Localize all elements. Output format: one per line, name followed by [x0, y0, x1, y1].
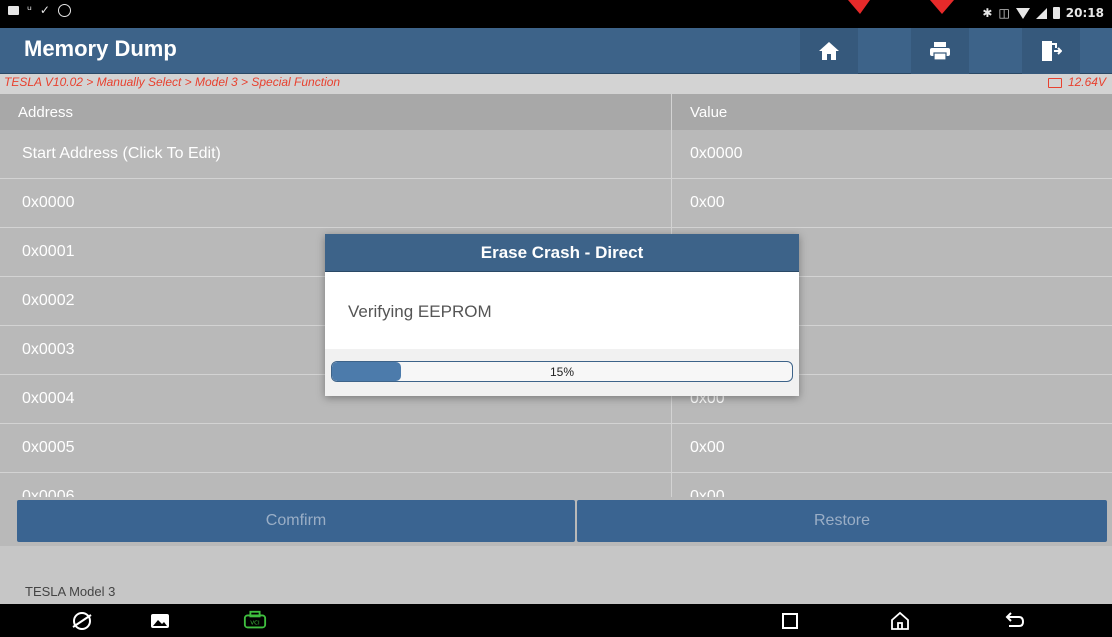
value-cell: 0x00 [690, 488, 725, 497]
column-header-address: Address [0, 94, 672, 130]
status-bar: ᵘ ✓ ✱ ◫ 20:18 [0, 0, 1112, 28]
confirm-button[interactable]: Comfirm [17, 500, 575, 542]
action-bar: Comfirm Restore [0, 497, 1112, 546]
status-notifications: ᵘ ✓ [8, 3, 71, 17]
progress-bar: 15% [331, 361, 793, 382]
page-title: Memory Dump [24, 36, 177, 61]
check-icon: ✓ [39, 3, 50, 17]
gallery-icon[interactable] [148, 609, 172, 633]
back-icon[interactable] [1002, 609, 1026, 633]
battery-icon [1052, 7, 1060, 19]
dialog-title: Erase Crash - Direct [325, 234, 799, 272]
app-header: Memory Dump [0, 28, 1112, 74]
table-row[interactable]: 0x0005 0x00 [0, 424, 1112, 473]
address-cell: Start Address (Click To Edit) [0, 130, 672, 178]
breadcrumb-bar: TESLA V10.02 > Manually Select > Model 3… [0, 74, 1112, 94]
dialog-message: Verifying EEPROM [348, 302, 492, 321]
car-battery-icon [1047, 78, 1062, 88]
home-icon [819, 42, 839, 60]
vibrate-icon: ◫ [998, 6, 1010, 20]
debug-icon [57, 3, 71, 17]
notification-icon [8, 5, 19, 15]
exit-icon [1042, 41, 1062, 61]
usb-icon: ᵘ [27, 3, 32, 17]
start-address-row[interactable]: Start Address (Click To Edit) 0x0000 [0, 130, 1112, 179]
bluetooth-icon: ✱ [982, 6, 993, 20]
printer-icon [930, 42, 950, 61]
recents-icon[interactable] [778, 609, 802, 633]
browser-icon[interactable] [70, 609, 94, 633]
exit-button[interactable] [1022, 28, 1080, 74]
address-cell: 0x0005 [0, 424, 672, 472]
value-cell: 0x00 [690, 194, 725, 211]
clock: 20:18 [1065, 6, 1104, 20]
signal-icon [1035, 7, 1047, 19]
address-cell: 0x0000 [0, 179, 672, 227]
column-header-value: Value [690, 103, 728, 121]
restore-button[interactable]: Restore [577, 500, 1107, 542]
progress-area: 15% [325, 349, 799, 396]
table-row[interactable]: 0x0000 0x00 [0, 179, 1112, 228]
svg-text:VCI: VCI [250, 621, 260, 627]
table-header: Address Value [0, 94, 1112, 130]
home-nav-icon[interactable] [888, 609, 912, 633]
progress-dialog: Erase Crash - Direct Verifying EEPROM 15… [325, 234, 799, 396]
breadcrumb: TESLA V10.02 > Manually Select > Model 3… [4, 75, 341, 89]
footer-info: TESLA Model 3 [0, 546, 1112, 604]
address-cell: 0x0006 [0, 473, 672, 497]
home-button[interactable] [800, 28, 858, 74]
voltage-value: 12.64V [1067, 75, 1106, 89]
value-cell: 0x00 [690, 439, 725, 456]
status-indicators: ✱ ◫ 20:18 [982, 6, 1104, 20]
wifi-icon [1015, 7, 1030, 19]
navigation-bar: VCI [0, 604, 1112, 637]
print-button[interactable] [911, 28, 969, 74]
progress-label: 15% [549, 364, 575, 379]
voltage-indicator: 12.64V [1047, 75, 1106, 89]
value-cell: 0x0000 [690, 145, 743, 162]
table-row[interactable]: 0x0006 0x00 [0, 473, 1112, 497]
screen: ᵘ ✓ ✱ ◫ 20:18 Memory Dump TESLA V10.02 >… [0, 0, 1112, 637]
vehicle-label: TESLA Model 3 [25, 584, 116, 599]
vci-icon[interactable]: VCI [243, 609, 267, 633]
